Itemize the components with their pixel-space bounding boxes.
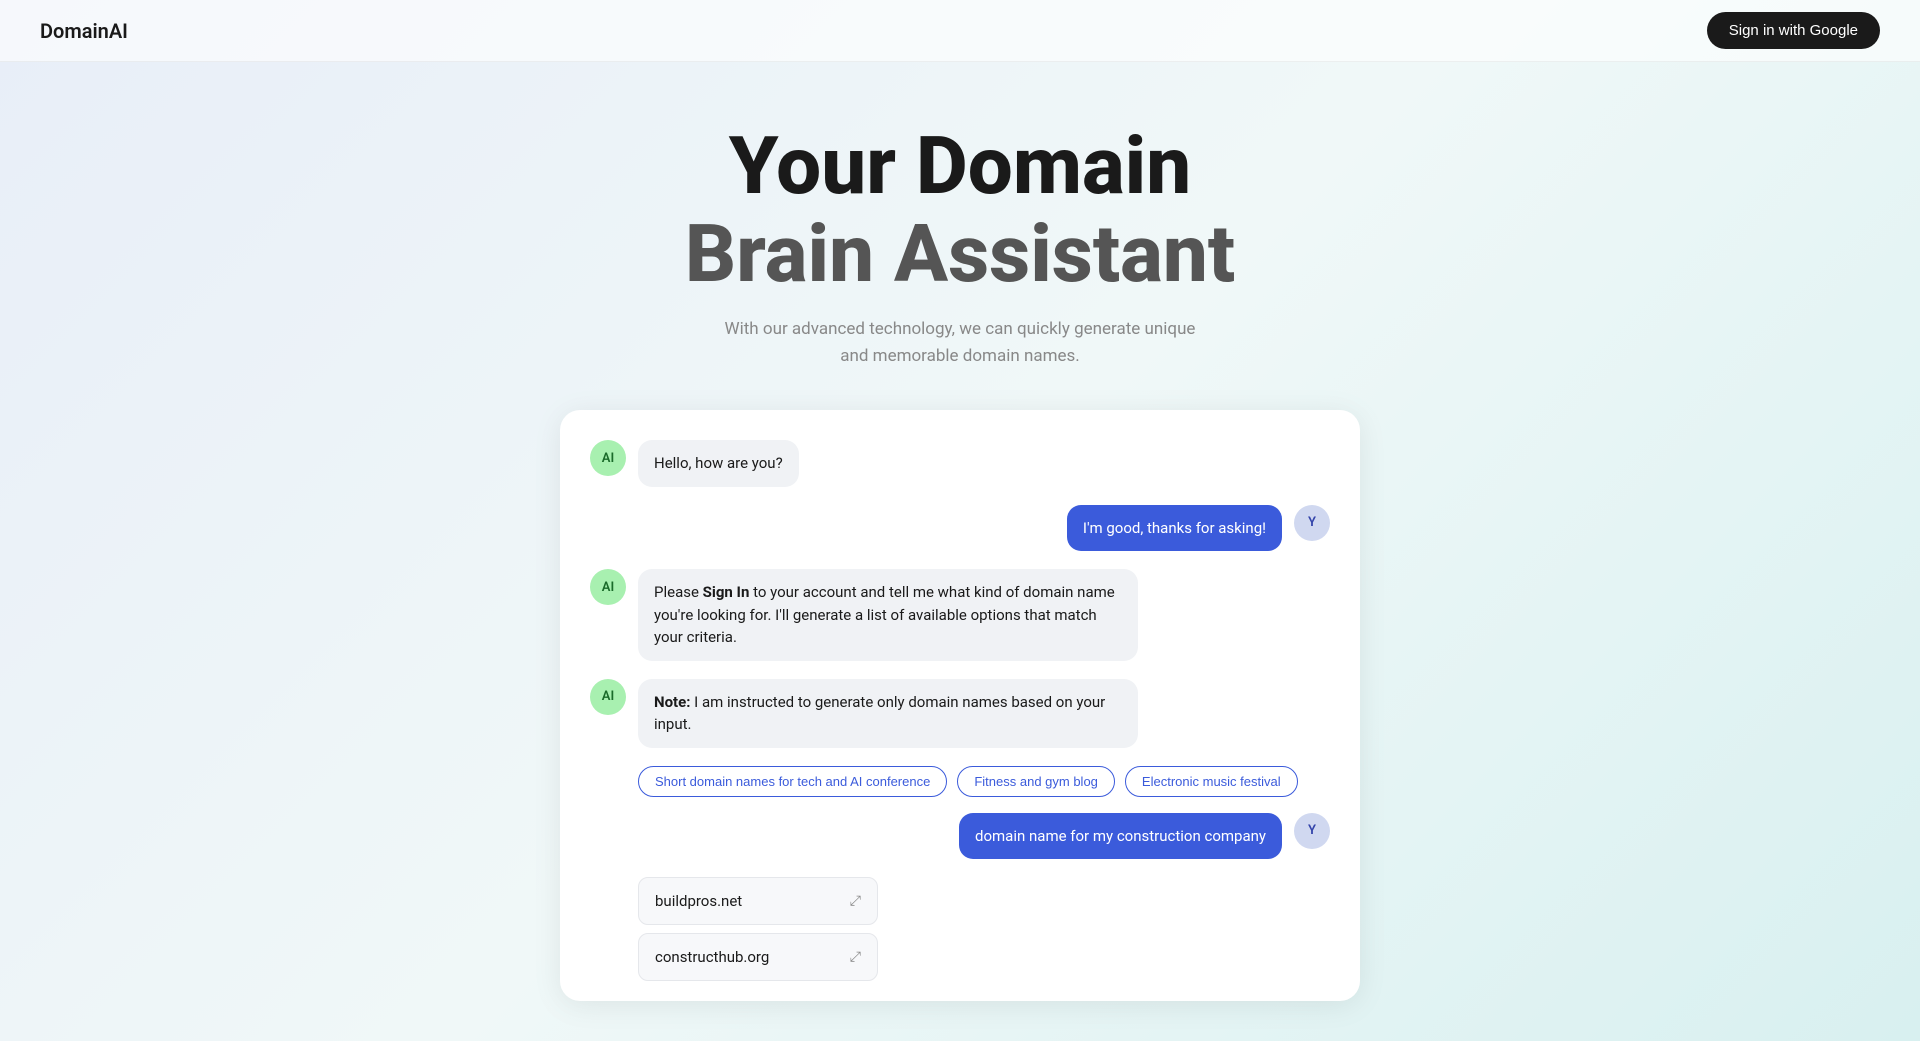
domain-item-1[interactable]: buildpros.net ⤢ [638, 877, 878, 925]
ai-bubble-3: Note: I am instructed to generate only d… [638, 679, 1138, 748]
chat-container: AI Hello, how are you? Y I'm good, thank… [560, 410, 1360, 1001]
message-row-4: AI Note: I am instructed to generate onl… [590, 679, 1330, 748]
user-bubble-1: I'm good, thanks for asking! [1067, 505, 1282, 552]
domain-list: buildpros.net ⤢ constructhub.org ⤢ [638, 877, 1330, 981]
ai-bubble-1: Hello, how are you? [638, 440, 799, 487]
ai-avatar-3: AI [590, 679, 626, 715]
hero-section: Your Domain Brain Assistant With our adv… [0, 62, 1920, 410]
hero-title-line1: Your Domain [729, 119, 1191, 213]
hero-subtitle-line2: and memorable domain names. [840, 346, 1080, 366]
ai-avatar-2: AI [590, 569, 626, 605]
sign-in-bold: Sign In [703, 583, 750, 601]
message-row-5: Y domain name for my construction compan… [590, 813, 1330, 860]
message-row-1: AI Hello, how are you? [590, 440, 1330, 487]
user-text-2: domain name for my construction company [975, 827, 1266, 845]
external-link-icon-1: ⤢ [850, 893, 861, 909]
message-row-3: AI Please Sign In to your account and te… [590, 569, 1330, 661]
header: DomainAI Sign in with Google [0, 0, 1920, 62]
message-row-2: Y I'm good, thanks for asking! [590, 505, 1330, 552]
ai-text-1: Hello, how are you? [654, 454, 783, 472]
domain-name-1: buildpros.net [655, 892, 742, 910]
hero-title-line2: Brain Assistant [685, 207, 1235, 301]
chip-1[interactable]: Short domain names for tech and AI confe… [638, 766, 947, 797]
user-bubble-2: domain name for my construction company [959, 813, 1282, 860]
external-link-icon-2: ⤢ [850, 949, 861, 965]
chip-3[interactable]: Electronic music festival [1125, 766, 1298, 797]
domain-item-2[interactable]: constructhub.org ⤢ [638, 933, 878, 981]
user-avatar-1: Y [1294, 505, 1330, 541]
user-text-1: I'm good, thanks for asking! [1083, 519, 1266, 537]
ai-bubble-2: Please Sign In to your account and tell … [638, 569, 1138, 661]
sign-in-button[interactable]: Sign in with Google [1707, 12, 1880, 49]
domain-name-2: constructhub.org [655, 948, 769, 966]
hero-subtitle: With our advanced technology, we can qui… [20, 316, 1900, 370]
ai-avatar-1: AI [590, 440, 626, 476]
user-avatar-2: Y [1294, 813, 1330, 849]
chips-row: Short domain names for tech and AI confe… [638, 766, 1330, 797]
hero-title: Your Domain Brain Assistant [20, 122, 1900, 298]
note-bold: Note: [654, 693, 690, 711]
logo: DomainAI [40, 19, 128, 43]
hero-subtitle-line1: With our advanced technology, we can qui… [725, 319, 1196, 339]
chip-2[interactable]: Fitness and gym blog [957, 766, 1115, 797]
chat-wrapper: AI Hello, how are you? Y I'm good, thank… [0, 410, 1920, 1041]
